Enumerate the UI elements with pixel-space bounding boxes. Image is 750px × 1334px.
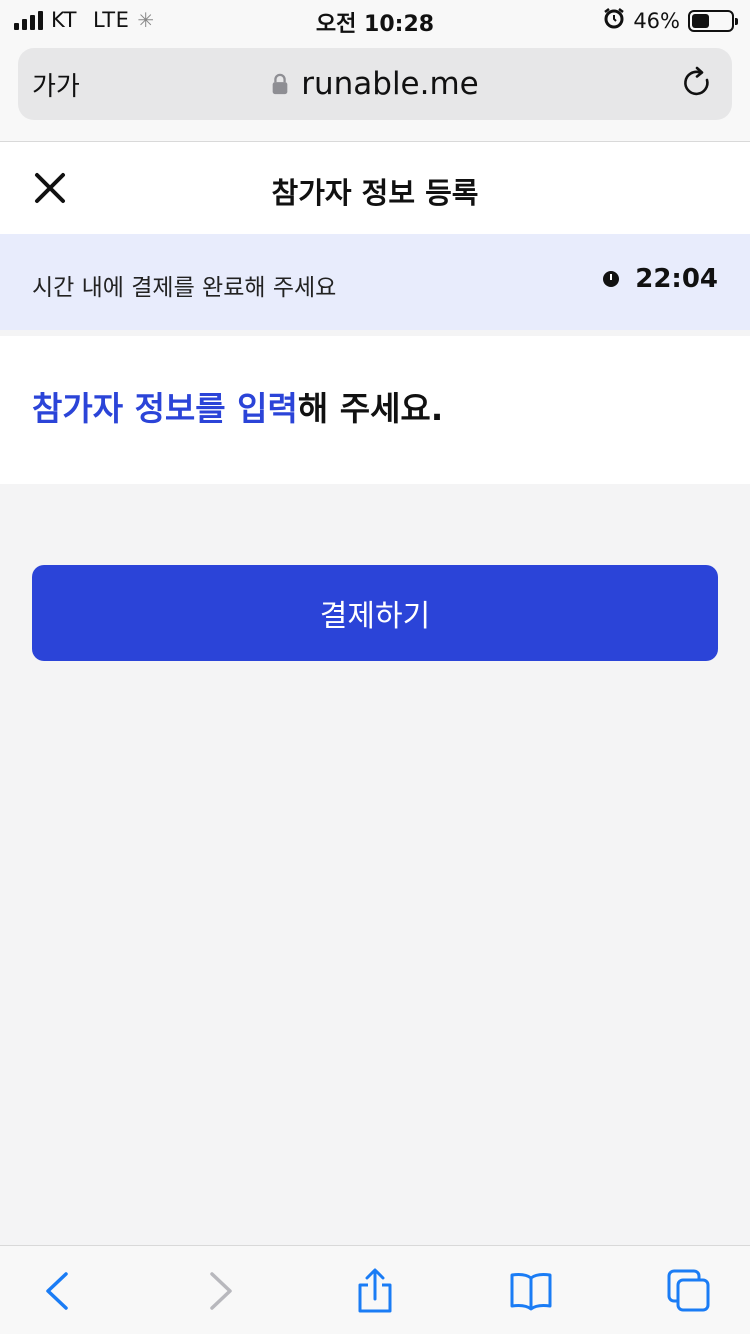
address-bar[interactable]: 가가 runable.me xyxy=(18,48,732,120)
browser-address-area: 가가 runable.me xyxy=(0,42,750,142)
battery-icon xyxy=(688,9,738,32)
back-icon[interactable] xyxy=(36,1268,82,1314)
battery-percent: 46% xyxy=(633,8,680,33)
heading-section: 참가자 정보를 입력해 주세요. xyxy=(0,336,750,484)
page-header: 참가자 정보 등록 xyxy=(0,142,750,234)
lock-icon xyxy=(272,73,288,95)
main-heading: 참가자 정보를 입력해 주세요. xyxy=(32,382,443,430)
heading-accent: 참가자 정보를 입력 xyxy=(32,389,298,428)
status-right: 46% xyxy=(603,7,738,34)
forward-icon[interactable] xyxy=(196,1268,242,1314)
banner-message: 시간 내에 결제를 완료해 주세요 xyxy=(32,275,337,301)
payment-timer-banner: 시간 내에 결제를 완료해 주세요 22:04 xyxy=(0,234,750,330)
bookmarks-icon[interactable] xyxy=(508,1268,554,1314)
heading-rest: 해 주세요. xyxy=(297,389,444,428)
share-icon[interactable] xyxy=(352,1268,398,1314)
reload-icon[interactable] xyxy=(680,66,714,100)
page-title: 참가자 정보 등록 xyxy=(271,176,479,210)
clock-icon xyxy=(603,271,620,287)
url-text: runable.me xyxy=(301,66,479,102)
pay-button[interactable]: 결제하기 xyxy=(32,565,718,661)
timer-value: 22:04 xyxy=(635,264,718,294)
status-bar: KT LTE ✳ 오전 10:28 46% xyxy=(0,0,750,42)
tabs-icon[interactable] xyxy=(666,1268,712,1314)
alarm-icon xyxy=(603,7,625,34)
countdown-timer: 22:04 xyxy=(603,264,718,294)
url-display[interactable]: runable.me xyxy=(18,66,732,102)
browser-toolbar xyxy=(0,1245,750,1334)
